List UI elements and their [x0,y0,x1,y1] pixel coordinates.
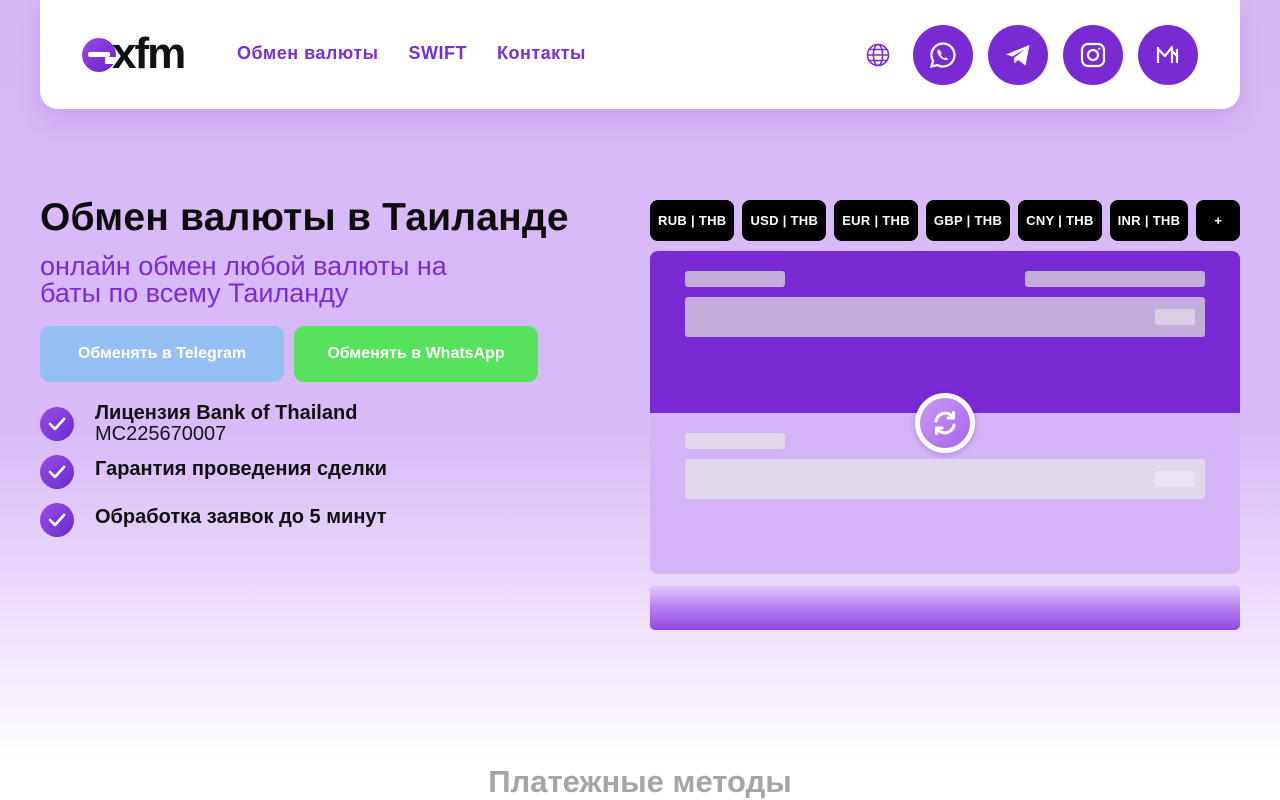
refresh-icon [934,411,956,435]
feature-guarantee-title: Гарантия проведения сделки [95,458,387,480]
nav-link-exchange[interactable]: Обмен валюты [237,43,378,64]
instagram-icon [1080,42,1106,68]
send-panel [650,251,1240,413]
submit-exchange-button[interactable] [650,585,1240,630]
check-icon [40,455,74,489]
exchange-telegram-button[interactable]: Обменять в Telegram [40,326,284,382]
pair-tab-usd-thb[interactable]: USD | THB [742,200,827,241]
pair-tab-more[interactable]: + [1196,200,1241,241]
exchange-whatsapp-button[interactable]: Обменять в WhatsApp [294,326,538,382]
check-icon [40,407,74,441]
medium-button[interactable] [1138,25,1198,85]
main-nav: Обмен валюты SWIFT Контакты [237,43,586,64]
logo-text: xfm [112,29,186,78]
pair-tab-eur-thb[interactable]: EUR | THB [834,200,918,241]
pair-tab-gbp-thb[interactable]: GBP | THB [925,200,1011,241]
pair-tab-inr-thb[interactable]: INR | THB [1109,200,1189,241]
feature-license-number: MC225670007 [95,423,227,445]
pair-tab-rub-thb[interactable]: RUB | THB [650,200,735,241]
globe-icon[interactable] [866,43,890,67]
check-icon [40,503,74,537]
telegram-button[interactable] [988,25,1048,85]
send-label-skeleton [685,271,785,287]
feature-processing-title: Обработка заявок до 5 минут [95,506,387,528]
telegram-icon [1006,45,1030,66]
medium-icon [1156,45,1179,63]
send-rate-skeleton [1025,271,1205,287]
currency-pair-tabs: RUB | THB USD | THB EUR | THB GBP | THB … [650,200,1241,241]
logo-e-mark [82,38,116,72]
instagram-button[interactable] [1063,25,1123,85]
payment-methods-heading: Платежные методы [488,764,792,799]
feature-license: Лицензия Bank of Thailand MC225670007 [40,403,357,445]
hero-subtitle: онлайн обмен любой валюты на баты по все… [40,251,447,308]
site-header: xfm Обмен валюты SWIFT Контакты [40,0,1240,109]
send-currency-skeleton [1155,309,1195,325]
nav-link-swift[interactable]: SWIFT [408,43,467,64]
feature-license-title: Лицензия Bank of Thailand [95,402,358,424]
hero-title: Обмен валюты в Таиланде [40,196,569,239]
receive-amount-input[interactable] [685,459,1205,499]
receive-label-skeleton [685,433,785,449]
receive-currency-skeleton [1155,471,1195,487]
nav-link-contacts[interactable]: Контакты [497,43,586,64]
pair-tab-cny-thb[interactable]: CNY | THB [1018,200,1102,241]
whatsapp-icon [929,42,956,69]
swap-currencies-button[interactable] [915,393,975,453]
feature-processing: Обработка заявок до 5 минут [40,503,387,537]
feature-guarantee: Гарантия проведения сделки [40,455,387,489]
logo[interactable]: xfm [82,30,202,78]
send-amount-input[interactable] [685,297,1205,337]
whatsapp-button[interactable] [913,25,973,85]
